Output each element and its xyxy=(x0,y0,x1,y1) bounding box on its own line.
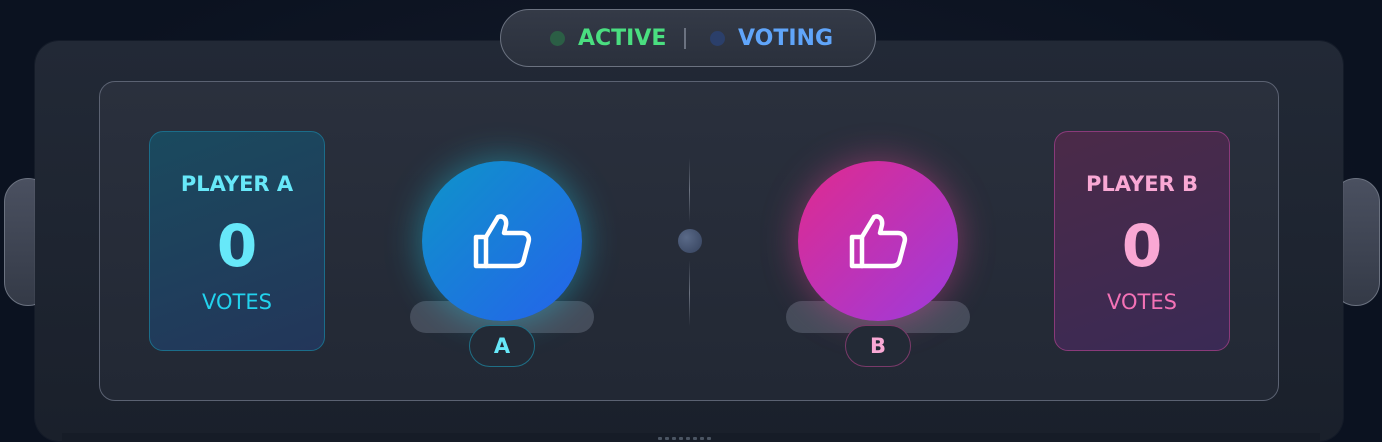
vote-a-label: A xyxy=(469,325,535,367)
voting-indicator-dot xyxy=(710,30,725,46)
active-indicator-dot xyxy=(550,30,565,46)
center-divider-top xyxy=(689,158,690,222)
player-b-vote-count: 0 xyxy=(1121,212,1163,280)
vote-a-button[interactable] xyxy=(422,161,582,321)
player-a-votes-unit: VOTES xyxy=(202,290,272,314)
center-divider-dot xyxy=(678,229,702,253)
player-b-votes-unit: VOTES xyxy=(1107,290,1177,314)
drag-grip[interactable] xyxy=(658,437,711,440)
thumbs-up-icon xyxy=(849,214,908,269)
active-label: ACTIVE xyxy=(578,25,667,51)
center-divider-bottom xyxy=(689,260,690,326)
player-a-score-card: PLAYER A 0 VOTES xyxy=(149,131,325,351)
status-pill: ACTIVE VOTING xyxy=(500,9,876,67)
status-divider xyxy=(684,28,686,49)
status-active: ACTIVE xyxy=(550,26,666,51)
player-b-score-card: PLAYER B 0 VOTES xyxy=(1054,131,1230,351)
thumbs-up-icon xyxy=(473,214,532,269)
vote-b-label: B xyxy=(845,325,911,367)
player-a-name: PLAYER A xyxy=(180,172,294,196)
player-a-vote-count: 0 xyxy=(216,212,258,280)
voting-stage: ACTIVE VOTING PLAYER A 0 VOTES PLAYER B … xyxy=(0,0,1382,442)
vote-b-button[interactable] xyxy=(798,161,958,321)
player-b-name: PLAYER B xyxy=(1085,172,1199,196)
status-voting: VOTING xyxy=(710,26,833,51)
voting-label: VOTING xyxy=(738,25,834,51)
